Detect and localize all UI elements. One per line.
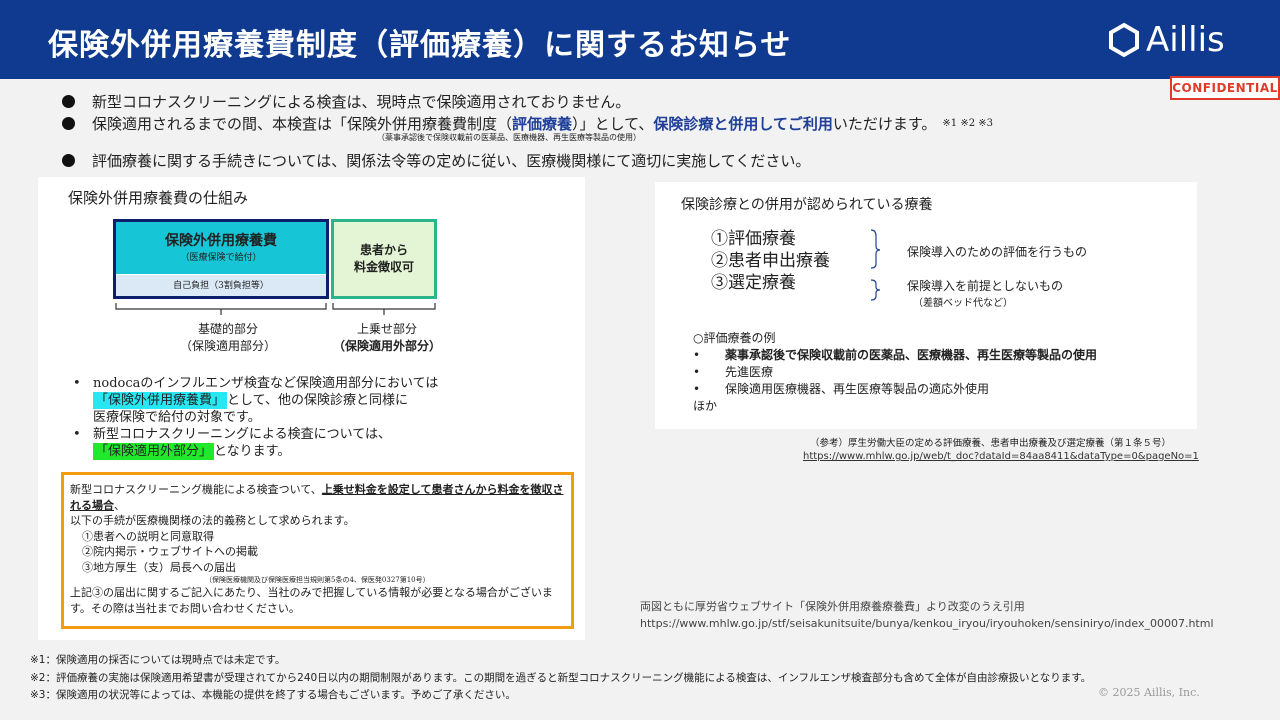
list-text: 医療保険で給付の対象です。 [93,410,261,425]
footnote-refs: ※1 ※2 ※3 [942,117,994,129]
notice-text-1: 新型コロナスクリーニングによる検査は、現時点で保険適用されておりません。 [92,92,631,111]
notice-bullet-3: 評価療養に関する手続きについては、関係法令等の定めに従い、医療機関様にて適切に実… [62,149,993,171]
type-description-2: 保険導入を前提としないもの （差額ベッド代など） [907,277,1063,309]
example-text: 薬事承認後で保険収載前の医薬品、医療機器、再生医療等製品の使用 [725,348,1098,362]
list-item: 新型コロナスクリーニングによる検査については、 「保険適用外部分」となります。 [73,426,523,460]
obligation-step-1: ①患者への説明と同意取得 [82,529,214,543]
footnote-1: ※1：保険適用の採否については現時点では未定です。 [30,654,286,666]
panel-title: 保険診療との併用が認められている療養 [681,197,933,213]
type-description-2-text: 保険導入を前提としないもの [907,279,1064,293]
footnote-3: ※3：保険適用の状況等によっては、本機能の提供を終了する場合もございます。予めご… [30,689,516,701]
base-part-label: 基礎的部分 （保険適用部分） [158,321,298,355]
legal-obligation-box: 新型コロナスクリーニング機能による検査ついて、上乗せ料金を設定して患者さんから料… [61,472,574,629]
insured-cost-title: 保険外併用療養費 [165,233,277,249]
source-url: https://www.mhlw.go.jp/stf/seisakunitsui… [640,617,1214,630]
notice-text-3: 評価療養に関する手続きについては、関係法令等の定めに従い、医療機関様にて適切に実… [92,151,811,170]
confidential-badge: CONFIDENTIAL [1170,76,1280,100]
extra-charge-line1: 患者から [359,243,408,257]
examples-title: ○評価療養の例 [693,331,776,345]
contact-note: 上記③の届出に関するご記入にあたり、当社のみで把握している情報が必要となる場合が… [70,586,553,615]
bullet-dot-icon [62,94,75,108]
highlight-uninsured-part: 「保険適用外部分」 [93,443,215,460]
footnotes: ※1：保険適用の採否については現時点では未定です。 ※2：評価療養の実施は保険適… [30,652,1091,705]
hexagon-logo-icon [1109,22,1139,58]
obligation-intro: 新型コロナスクリーニング機能による検査ついて、上乗せ料金を設定して患者さんから料… [70,482,565,513]
obligation-text: 新型コロナスクリーニング機能による検査ついて、 [70,483,322,496]
cost-structure-panel: 保険外併用療養費の仕組み 保険外併用療養費 （医療保険で給付） 自己負担（3割負… [38,177,585,640]
insured-cost-box: 保険外併用療養費 （医療保険で給付） 自己負担（3割負担等） [113,219,329,299]
explanation-list: nodocaのインフルエンザ検査など保険適用部分においては 「保険外併用療養費」… [73,375,523,460]
copyright: © 2025 Aillis, Inc. [1098,686,1200,699]
treatment-type-2: ②患者申出療養 [711,251,830,271]
list-text: 新型コロナスクリーニングによる検査については、 [93,427,391,442]
list-text: となります。 [214,444,291,459]
copay-label: 自己負担（3割負担等） [116,274,326,296]
extra-charge-box: 患者から 料金徴収可 [331,219,437,299]
extra-part-label: 上乗せ部分 （保険適用外部分） [328,321,446,355]
notice-text-2a: 保険適用されるまでの間、本検査は「保険外併用療養費制度（ [92,114,513,133]
company-logo: Aillis [1108,20,1225,60]
treatment-types: ①評価療養 ②患者申出療養 ③選定療養 [711,228,830,294]
notice-bullet-1: 新型コロナスクリーニングによる検査は、現時点で保険適用されておりません。 [62,90,993,112]
bullet-dot-icon [62,153,75,167]
reference-link[interactable]: https://www.mhlw.go.jp/web/t_doc?dataId=… [803,451,1199,462]
base-part-sub: （保険適用部分） [179,339,276,353]
logo-text: Aillis [1146,20,1225,60]
highlight-combined-use: 保険診療と併用してご利用 [653,114,833,133]
obligation-step-3: ③地方厚生（支）局長への届出 [82,560,236,574]
page-title: 保険外併用療養費制度（評価療養）に関するお知らせ [48,28,792,63]
highlight-evaluation: 評価療養 [512,114,573,133]
notice-bullets: 新型コロナスクリーニングによる検査は、現時点で保険適用されておりません。 保険適… [62,90,993,171]
list-text: として、他の保険診療と同様に [227,393,408,408]
footnote-2: ※2：評価療養の実施は保険適用希望書が受理されてから240日以内の期間制限があり… [30,671,1092,684]
treatment-type-3: ③選定療養 [711,273,796,293]
bracket-lines-icon [115,303,436,315]
type-description-2-paren: （差額ベッド代など） [913,298,1013,309]
panel-title: 保険外併用療養費の仕組み [68,189,249,207]
highlight-insured-cost: 「保険外併用療養費」 [93,392,228,409]
base-part-name: 基礎的部分 [197,322,258,336]
brace-icon [870,229,881,301]
extra-part-name: 上乗せ部分 [356,322,417,336]
treatment-type-1: ①評価療養 [711,229,796,249]
extra-charge-line2: 料金徴収可 [353,260,414,274]
type-description-1: 保険導入のための評価を行うもの [907,245,1088,259]
insured-cost-top: 保険外併用療養費 （医療保険で給付） [116,222,326,274]
examples-other: ほか [693,399,718,413]
insured-cost-sub: （医療保険で給付） [180,253,262,263]
evaluation-examples: ○評価療養の例 • 薬事承認後で保険収載前の医薬品、医療機器、再生医療等製品の使用… [693,330,1097,415]
evaluation-note: （薬事承認後で保険収載前の医薬品、医療機器、再生医療等製品の使用） [377,133,641,142]
bullet-dot-icon [62,116,75,130]
list-text: nodocaのインフルエンザ検査など保険適用部分においては [93,376,439,391]
notice-text-2b: ）」として、 [572,114,654,133]
reference-note: （参考）厚生労働大臣の定める評価療養、患者申出療養及び選定療養（第１条５号） [810,438,1172,449]
combined-treatment-panel: 保険診療との併用が認められている療養 ①評価療養 ②患者申出療養 ③選定療養 保… [655,182,1197,429]
obligation-text: 、 [114,498,125,512]
list-item: nodocaのインフルエンザ検査など保険適用部分においては 「保険外併用療養費」… [73,375,523,426]
example-text: 保険適用医療機器、再生医療等製品の適応外使用 [725,382,990,396]
source-note: 両図ともに厚労省ウェブサイト「保険外併用療養療養費」より改変のうえ引用 [640,600,1025,613]
example-item: • 先進医療 [693,365,774,379]
notice-bullet-2: 保険適用されるまでの間、本検査は「保険外併用療養費制度（ 評価療養 ）」として、 保険… [62,112,993,134]
legal-basis-note: （保険医療機関及び保険医療担当規則第5条の4、保医発0327第10号） [205,576,430,584]
example-text: 先進医療 [725,365,774,379]
header-bar: 保険外併用療養費制度（評価療養）に関するお知らせ Aillis [0,0,1280,79]
obligation-line: 以下の手続が医療機関様の法的義務として求められます。 [70,514,355,527]
example-item: • 薬事承認後で保険収載前の医薬品、医療機器、再生医療等製品の使用 [693,348,1098,362]
example-item: • 保険適用医療機器、再生医療等製品の適応外使用 [693,382,990,396]
obligation-step-2: ②院内掲示・ウェブサイトへの掲載 [82,545,258,558]
notice-text-2c: いただけます。 [832,114,937,133]
extra-part-sub: （保険適用外部分） [332,339,441,353]
